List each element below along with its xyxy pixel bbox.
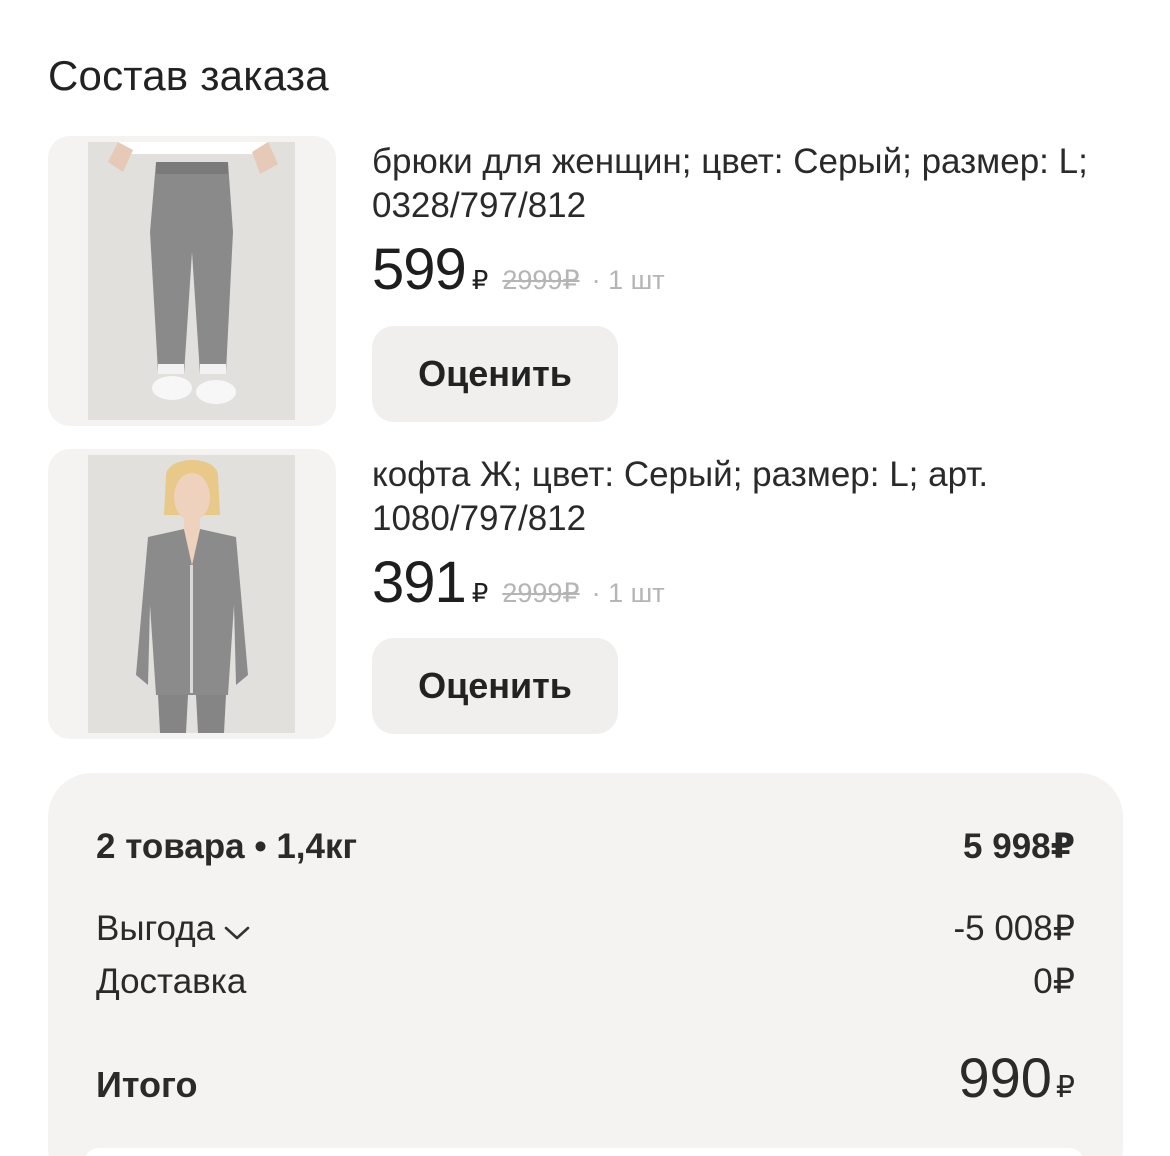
total-row: Итого 990 ₽ — [96, 1045, 1075, 1110]
order-page: Состав заказа брюки для женщин; цвет: Се… — [0, 0, 1170, 1156]
product-image-card[interactable] — [48, 449, 336, 739]
benefit-toggle[interactable]: Выгода — [96, 909, 251, 951]
goods-row: 2 товара • 1,4кг 5 998₽ — [96, 827, 1075, 867]
top-photo — [88, 455, 295, 733]
order-item: кофта Ж; цвет: Серый; размер: L; арт. 10… — [48, 449, 1128, 739]
benefit-label: Выгода — [96, 909, 216, 948]
total-amount: 990 — [958, 1046, 1052, 1109]
currency-symbol: ₽ — [471, 265, 489, 295]
price-row: 599 ₽ 2999₽ · 1 шт — [372, 236, 1112, 302]
goods-value: 5 998₽ — [963, 827, 1075, 866]
chevron-down-icon — [223, 911, 251, 951]
pants-photo — [88, 142, 295, 420]
old-price: 2999₽ — [502, 578, 580, 608]
product-title[interactable]: брюки для женщин; цвет: Серый; размер: L… — [372, 140, 1112, 228]
product-info: брюки для женщин; цвет: Серый; размер: L… — [372, 140, 1112, 302]
delivery-value: 0₽ — [1033, 962, 1075, 1001]
current-price: 391 — [372, 550, 467, 615]
order-summary-card: 2 товара • 1,4кг 5 998₽ Выгода -5 008₽ Д… — [48, 773, 1123, 1156]
order-item: брюки для женщин; цвет: Серый; размер: L… — [48, 136, 1128, 426]
benefit-row[interactable]: Выгода -5 008₽ — [96, 909, 1075, 951]
rate-button[interactable]: Оценить — [372, 638, 618, 734]
product-image-card[interactable] — [48, 136, 336, 426]
currency-symbol: ₽ — [471, 578, 489, 608]
price-row: 391 ₽ 2999₽ · 1 шт — [372, 549, 1112, 615]
benefit-value: -5 008₽ — [953, 909, 1075, 948]
section-title: Состав заказа — [48, 52, 329, 99]
next-card-edge — [84, 1148, 1084, 1156]
total-label: Итого — [96, 1064, 198, 1105]
total-value: 990 ₽ — [958, 1045, 1075, 1110]
delivery-row: Доставка 0₽ — [96, 962, 1075, 1002]
product-title[interactable]: кофта Ж; цвет: Серый; размер: L; арт. 10… — [372, 453, 1112, 541]
rate-button[interactable]: Оценить — [372, 326, 618, 422]
product-info: кофта Ж; цвет: Серый; размер: L; арт. 10… — [372, 453, 1112, 615]
old-price: 2999₽ — [502, 265, 580, 295]
quantity: · 1 шт — [591, 265, 665, 295]
goods-label: 2 товара • 1,4кг — [96, 827, 358, 866]
total-currency: ₽ — [1055, 1071, 1075, 1104]
current-price: 599 — [372, 237, 467, 302]
delivery-label: Доставка — [96, 962, 247, 1001]
quantity: · 1 шт — [591, 578, 665, 608]
